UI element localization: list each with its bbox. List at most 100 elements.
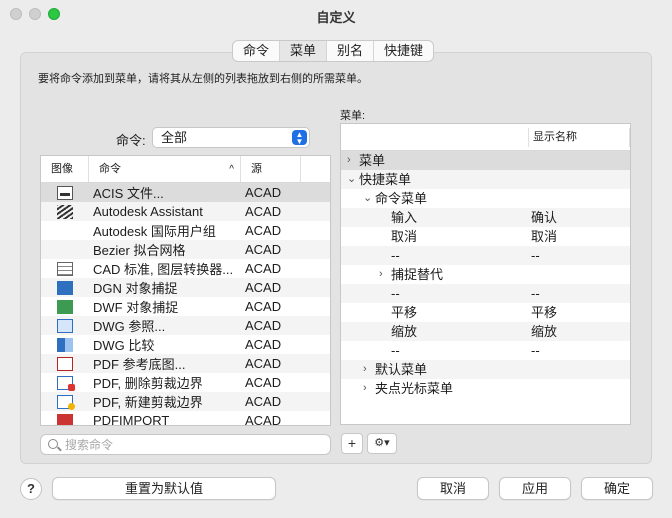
tree-item-display-name: 确认 — [531, 210, 558, 225]
row-icon-cell — [41, 261, 89, 276]
column-header-command-label: 命令 — [99, 163, 121, 175]
column-header-display-name[interactable]: 显示名称 — [533, 124, 577, 151]
table-row[interactable]: Autodesk Assistant ACAD — [41, 202, 330, 221]
chevron-right-icon[interactable]: › — [379, 265, 383, 284]
tree-item-display-name: -- — [531, 343, 540, 358]
command-source: ACAD — [245, 185, 282, 200]
table-row[interactable]: DWF 对象捕捉 ACAD — [41, 297, 330, 316]
tree-row[interactable]: 缩放 缩放 — [341, 322, 630, 341]
tree-row[interactable]: 平移 平移 — [341, 303, 630, 322]
column-header-source[interactable]: 源 — [241, 156, 301, 182]
row-icon-cell — [41, 280, 89, 295]
command-source: ACAD — [245, 242, 282, 257]
tree-row[interactable]: -- -- — [341, 246, 630, 265]
tree-row[interactable]: ⌄ 命令菜单 — [341, 189, 630, 208]
add-menu-button[interactable]: + — [341, 433, 363, 454]
table-row[interactable]: DWG 参照... ACAD — [41, 316, 330, 335]
customize-window: 自定义 命令 菜单 别名 快捷键 要将命令添加到菜单，请将其从左侧的列表拖放到右侧的所… — [0, 0, 672, 518]
stripes-icon — [57, 204, 73, 219]
gear-menu-button[interactable]: ⚙▾ — [367, 433, 397, 454]
command-source: ACAD — [245, 375, 282, 390]
tree-item-label: -- — [391, 343, 400, 358]
tab-0[interactable]: 命令 — [233, 41, 281, 61]
menu-tree-header: 显示名称 — [341, 124, 630, 151]
chevron-right-icon[interactable]: › — [363, 379, 367, 398]
command-source: ACAD — [245, 223, 282, 238]
row-icon-cell — [41, 318, 89, 333]
menu-tree[interactable]: 显示名称 › 菜单 ⌄ 快捷菜单 ⌄ 命令菜单 输入 确认 取消 取消 -- -- › 捕捉替代 -- -- 平… — [340, 123, 631, 425]
table-row[interactable]: PDF, 新建剪裁边界 ACAD — [41, 392, 330, 411]
menu-tree-label: 菜单: — [340, 110, 366, 122]
command-source: ACAD — [245, 413, 282, 426]
table-row[interactable]: PDF 参考底图... ACAD — [41, 354, 330, 373]
table-row[interactable]: PDF, 删除剪裁边界 ACAD — [41, 373, 330, 392]
command-source: ACAD — [245, 356, 282, 371]
tree-row[interactable]: › 夹点光标菜单 — [341, 379, 630, 398]
table-row[interactable]: Bezier 拟合网格 ACAD — [41, 240, 330, 259]
tab-2[interactable]: 别名 — [327, 41, 375, 61]
command-source: ACAD — [245, 318, 282, 333]
chevron-right-icon[interactable]: › — [363, 360, 367, 379]
table-row[interactable]: Autodesk 国际用户组 ACAD — [41, 221, 330, 240]
tree-item-label: 缩放 — [391, 324, 418, 339]
ok-button[interactable]: 确定 — [581, 477, 653, 500]
table-row[interactable]: PDFIMPORT ACAD — [41, 411, 330, 426]
chevron-down-icon[interactable]: ⌄ — [363, 189, 372, 208]
instruction-text: 要将命令添加到菜单，请将其从左侧的列表拖放到右侧的所需菜单。 — [38, 73, 368, 85]
row-icon-cell — [41, 394, 89, 410]
cancel-button[interactable]: 取消 — [417, 477, 489, 500]
row-icon-cell — [41, 375, 89, 391]
tree-item-label: 捕捉替代 — [391, 267, 444, 282]
tree-item-label: 菜单 — [359, 153, 386, 168]
command-list-table[interactable]: 图像 命令 ^ 源 ACIS 文件... ACAD Autodesk Assista… — [40, 155, 331, 426]
tree-row[interactable]: › 菜单 — [341, 151, 630, 170]
row-icon-cell — [41, 356, 89, 371]
column-header-icon[interactable]: 图像 — [41, 156, 89, 182]
tree-row[interactable]: › 默认菜单 — [341, 360, 630, 379]
dwg-compare-icon — [57, 337, 73, 352]
pdf-new-clip-icon — [57, 394, 75, 410]
command-filter-select[interactable]: 全部 ▲ ▼ — [152, 127, 310, 148]
table-row[interactable]: DWG 比较 ACAD — [41, 335, 330, 354]
tab-3[interactable]: 快捷键 — [374, 41, 433, 61]
tree-row[interactable]: › 捕捉替代 — [341, 265, 630, 284]
reset-defaults-button[interactable]: 重置为默认值 — [52, 477, 276, 500]
chevron-updown-icon: ▲ ▼ — [292, 130, 307, 146]
tree-item-label: -- — [391, 286, 400, 301]
command-name: PDF, 新建剪裁边界 — [93, 395, 203, 410]
title-bar: 自定义 — [0, 0, 672, 30]
command-name: DGN 对象捕捉 — [93, 281, 178, 296]
column-header-command[interactable]: 命令 ^ — [89, 156, 241, 182]
tree-row[interactable]: 取消 取消 — [341, 227, 630, 246]
tab-bar: 命令 菜单 别名 快捷键 — [232, 40, 435, 62]
command-name: Autodesk 国际用户组 — [93, 224, 216, 239]
row-icon-cell — [41, 204, 89, 219]
chevron-right-icon[interactable]: › — [347, 151, 351, 170]
dgn-icon — [57, 280, 73, 295]
tree-row[interactable]: 输入 确认 — [341, 208, 630, 227]
table-row[interactable]: DGN 对象捕捉 ACAD — [41, 278, 330, 297]
search-field[interactable] — [40, 434, 331, 455]
window-title: 自定义 — [316, 10, 356, 25]
tree-item-label: 夹点光标菜单 — [375, 381, 454, 396]
menu-tree-rows: › 菜单 ⌄ 快捷菜单 ⌄ 命令菜单 输入 确认 取消 取消 -- -- › 捕捉替代 -- -- 平移 平移 缩放… — [341, 151, 630, 398]
table-row[interactable]: CAD 标准, 图层转换器... ACAD — [41, 259, 330, 278]
command-name: DWF 对象捕捉 — [93, 300, 179, 315]
command-rows: ACIS 文件... ACAD Autodesk Assistant ACAD Auto… — [41, 183, 330, 426]
command-name: Autodesk Assistant — [93, 204, 203, 219]
tree-row[interactable]: -- -- — [341, 284, 630, 303]
tree-item-display-name: 取消 — [531, 229, 558, 244]
tree-item-display-name: 平移 — [531, 305, 558, 320]
tab-1[interactable]: 菜单 — [280, 41, 328, 61]
apply-button[interactable]: 应用 — [499, 477, 571, 500]
tree-item-label: 输入 — [391, 210, 418, 225]
pdf-icon — [57, 356, 73, 371]
help-button[interactable]: ? — [20, 478, 42, 500]
command-source: ACAD — [245, 280, 282, 295]
search-input[interactable] — [65, 436, 315, 453]
row-icon-cell — [41, 299, 89, 314]
tree-row[interactable]: -- -- — [341, 341, 630, 360]
table-row[interactable]: ACIS 文件... ACAD — [41, 183, 330, 202]
tree-row[interactable]: ⌄ 快捷菜单 — [341, 170, 630, 189]
chevron-down-icon[interactable]: ⌄ — [347, 170, 356, 189]
